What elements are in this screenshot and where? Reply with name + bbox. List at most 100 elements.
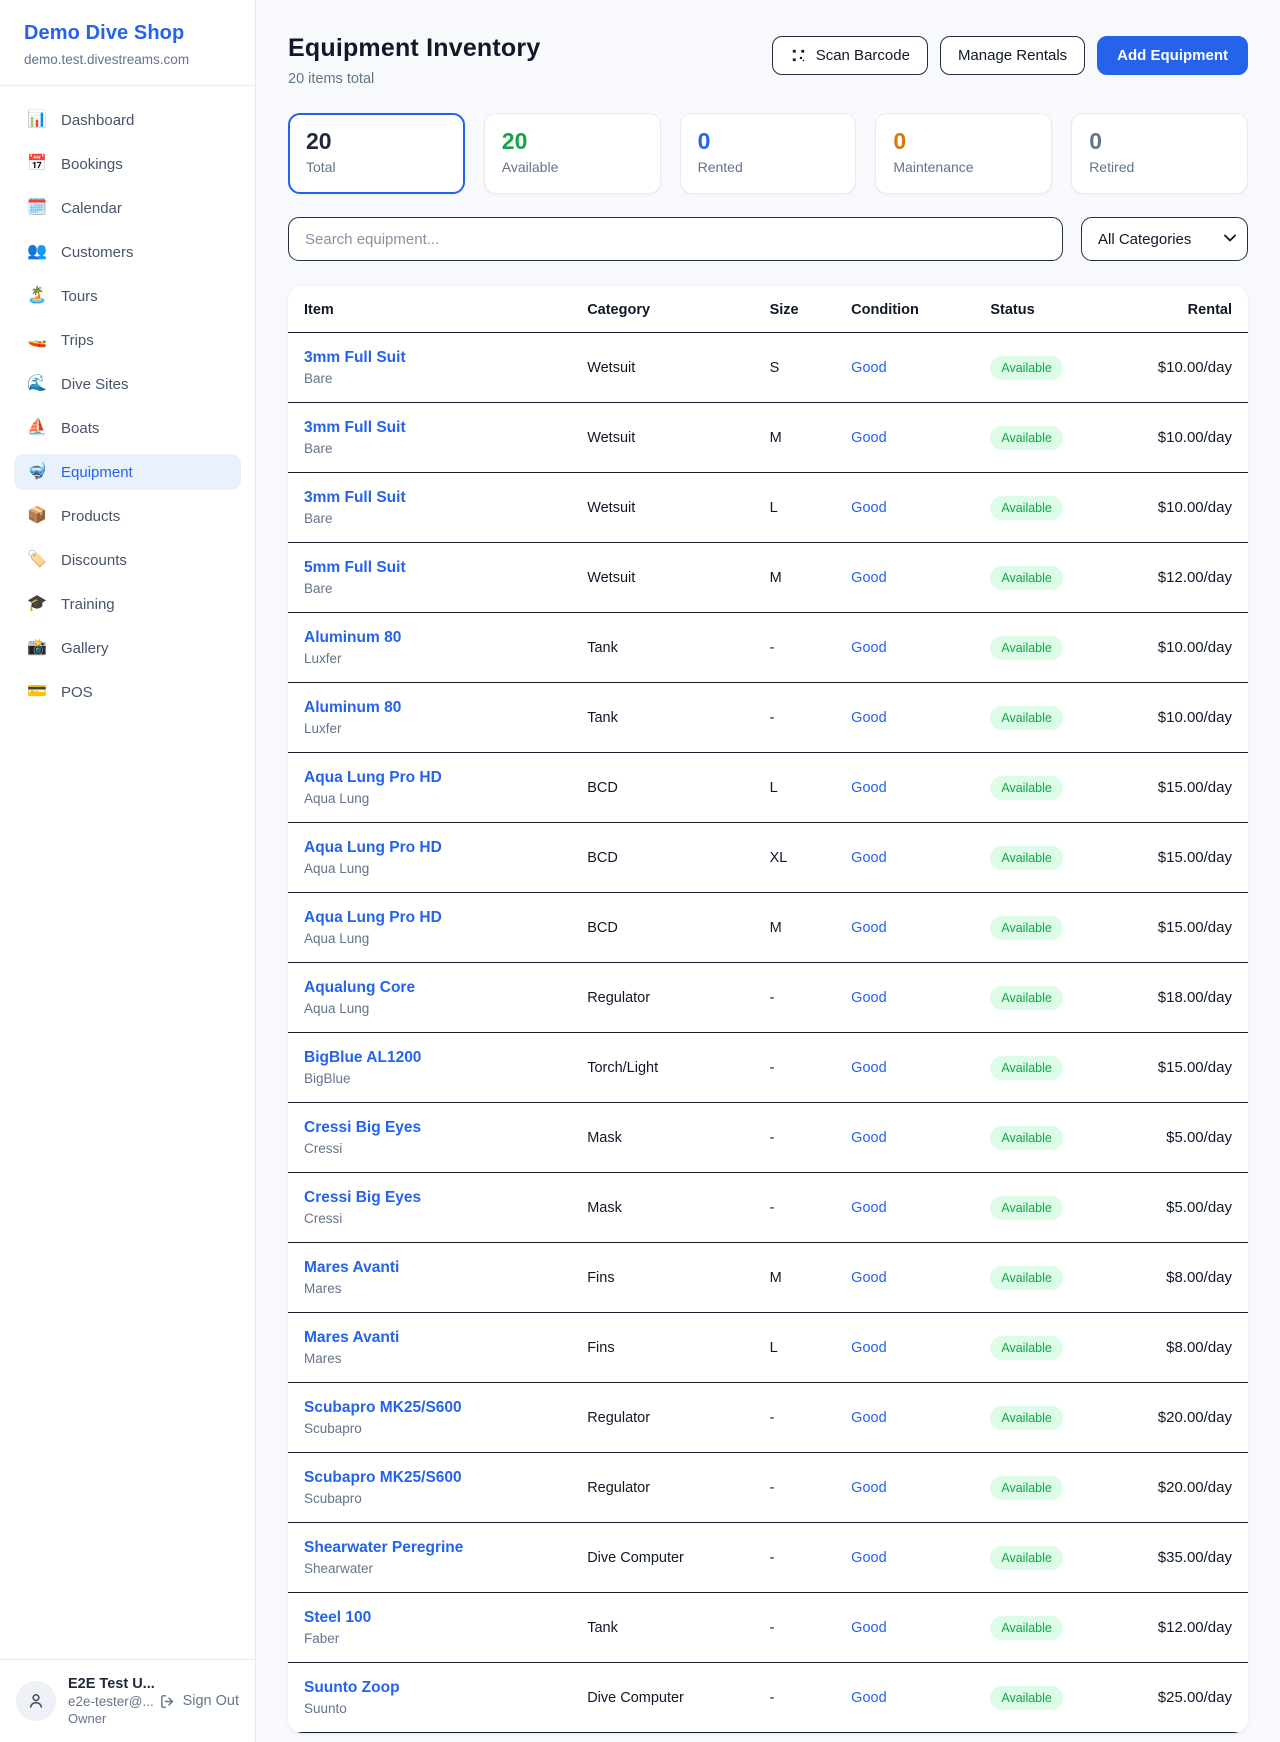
sidebar-item-dive-sites[interactable]: 🌊 Dive Sites	[14, 366, 241, 402]
condition-link[interactable]: Good	[851, 990, 886, 1006]
condition-link[interactable]: Good	[851, 1410, 886, 1426]
condition-link[interactable]: Good	[851, 1200, 886, 1216]
stats-row: 20 Total 20 Available 0 Rented 0 Mainten…	[288, 113, 1248, 194]
item-name-link[interactable]: 3mm Full Suit	[304, 349, 555, 367]
status-badge: Available	[990, 1126, 1063, 1150]
item-category: Dive Computer	[571, 1523, 753, 1593]
sidebar-item-products[interactable]: 📦 Products	[14, 498, 241, 534]
item-name-link[interactable]: Cressi Big Eyes	[304, 1119, 555, 1137]
condition-link[interactable]: Good	[851, 1690, 886, 1706]
customers-icon: 👥	[26, 242, 48, 262]
condition-link[interactable]: Good	[851, 1270, 886, 1286]
item-name-link[interactable]: 5mm Full Suit	[304, 559, 555, 577]
item-name-link[interactable]: BigBlue AL1200	[304, 1049, 555, 1067]
item-name-link[interactable]: Aqua Lung Pro HD	[304, 839, 555, 857]
sidebar-item-pos[interactable]: 💳 POS	[14, 674, 241, 710]
table-row: Aqua Lung Pro HD Aqua Lung BCD L Good Av…	[288, 753, 1248, 823]
column-header-status: Status	[974, 286, 1123, 333]
filter-bar: All Categories	[288, 217, 1248, 261]
item-category: BCD	[571, 893, 753, 963]
sidebar-item-discounts[interactable]: 🏷️ Discounts	[14, 542, 241, 578]
condition-link[interactable]: Good	[851, 430, 886, 446]
item-category: Tank	[571, 613, 753, 683]
stat-value: 0	[1089, 128, 1230, 154]
sidebar-item-calendar[interactable]: 🗓️ Calendar	[14, 190, 241, 226]
table-row: Mares Avanti Mares Fins L Good Available…	[288, 1313, 1248, 1383]
table-row: Steel 100 Faber Tank - Good Available $1…	[288, 1593, 1248, 1663]
condition-link[interactable]: Good	[851, 1480, 886, 1496]
condition-link[interactable]: Good	[851, 360, 886, 376]
condition-link[interactable]: Good	[851, 1130, 886, 1146]
item-name-link[interactable]: Scubapro MK25/S600	[304, 1469, 555, 1487]
stat-card-available[interactable]: 20 Available	[484, 113, 661, 194]
item-name-link[interactable]: Steel 100	[304, 1609, 555, 1627]
sidebar-item-trips[interactable]: 🚤 Trips	[14, 322, 241, 358]
condition-link[interactable]: Good	[851, 850, 886, 866]
stat-card-total[interactable]: 20 Total	[288, 113, 465, 194]
item-size: -	[754, 1173, 836, 1243]
condition-link[interactable]: Good	[851, 500, 886, 516]
category-filter-select[interactable]: All Categories	[1081, 217, 1248, 261]
item-category: Regulator	[571, 1383, 753, 1453]
stat-card-rented[interactable]: 0 Rented	[680, 113, 857, 194]
condition-link[interactable]: Good	[851, 780, 886, 796]
sidebar-item-label: Dashboard	[61, 112, 134, 129]
item-name-link[interactable]: 3mm Full Suit	[304, 419, 555, 437]
stat-value: 0	[698, 128, 839, 154]
rental-price: $5.00/day	[1123, 1103, 1248, 1173]
item-name-link[interactable]: Aluminum 80	[304, 629, 555, 647]
logout-icon	[159, 1693, 176, 1710]
item-category: Torch/Light	[571, 1033, 753, 1103]
sidebar-item-label: Boats	[61, 420, 99, 437]
condition-link[interactable]: Good	[851, 1060, 886, 1076]
sidebar-item-dashboard[interactable]: 📊 Dashboard	[14, 102, 241, 138]
table-row: Scubapro MK25/S600 Scubapro Regulator - …	[288, 1383, 1248, 1453]
item-brand: Aqua Lung	[304, 791, 555, 806]
sign-out-button[interactable]: Sign Out	[159, 1693, 239, 1710]
item-name-link[interactable]: Mares Avanti	[304, 1259, 555, 1277]
item-size: M	[754, 893, 836, 963]
condition-link[interactable]: Good	[851, 920, 886, 936]
condition-link[interactable]: Good	[851, 1340, 886, 1356]
sidebar-item-bookings[interactable]: 📅 Bookings	[14, 146, 241, 182]
condition-link[interactable]: Good	[851, 1620, 886, 1636]
item-category: Mask	[571, 1103, 753, 1173]
condition-link[interactable]: Good	[851, 640, 886, 656]
item-brand: Luxfer	[304, 651, 555, 666]
rental-price: $15.00/day	[1123, 1033, 1248, 1103]
item-name-link[interactable]: 3mm Full Suit	[304, 489, 555, 507]
sidebar-item-tours[interactable]: 🏝️ Tours	[14, 278, 241, 314]
add-equipment-button[interactable]: Add Equipment	[1097, 36, 1248, 75]
item-name-link[interactable]: Mares Avanti	[304, 1329, 555, 1347]
manage-rentals-button[interactable]: Manage Rentals	[940, 36, 1085, 75]
item-name-link[interactable]: Aqua Lung Pro HD	[304, 909, 555, 927]
item-name-link[interactable]: Scubapro MK25/S600	[304, 1399, 555, 1417]
item-name-link[interactable]: Aqualung Core	[304, 979, 555, 997]
condition-link[interactable]: Good	[851, 1550, 886, 1566]
main-content: Equipment Inventory 20 items total Scan …	[256, 0, 1280, 1742]
sidebar-item-customers[interactable]: 👥 Customers	[14, 234, 241, 270]
item-brand: Aqua Lung	[304, 1001, 555, 1016]
rental-price: $35.00/day	[1123, 1523, 1248, 1593]
condition-link[interactable]: Good	[851, 710, 886, 726]
scan-barcode-button[interactable]: Scan Barcode	[772, 36, 928, 75]
status-badge: Available	[990, 846, 1063, 870]
sidebar-item-equipment[interactable]: 🤿 Equipment	[14, 454, 241, 490]
item-name-link[interactable]: Shearwater Peregrine	[304, 1539, 555, 1557]
condition-link[interactable]: Good	[851, 570, 886, 586]
rental-price: $5.00/day	[1123, 1173, 1248, 1243]
search-input[interactable]	[288, 217, 1063, 261]
user-role: Owner	[68, 1711, 147, 1726]
header-actions: Scan Barcode Manage Rentals Add Equipmen…	[772, 36, 1248, 75]
table-row: Aluminum 80 Luxfer Tank - Good Available…	[288, 683, 1248, 753]
item-name-link[interactable]: Aqua Lung Pro HD	[304, 769, 555, 787]
table-row: BigBlue AL1200 BigBlue Torch/Light - Goo…	[288, 1033, 1248, 1103]
sidebar-item-gallery[interactable]: 📸 Gallery	[14, 630, 241, 666]
item-name-link[interactable]: Aluminum 80	[304, 699, 555, 717]
item-name-link[interactable]: Cressi Big Eyes	[304, 1189, 555, 1207]
sidebar-item-training[interactable]: 🎓 Training	[14, 586, 241, 622]
stat-card-maintenance[interactable]: 0 Maintenance	[875, 113, 1052, 194]
sidebar-item-boats[interactable]: ⛵ Boats	[14, 410, 241, 446]
item-name-link[interactable]: Suunto Zoop	[304, 1679, 555, 1697]
stat-card-retired[interactable]: 0 Retired	[1071, 113, 1248, 194]
